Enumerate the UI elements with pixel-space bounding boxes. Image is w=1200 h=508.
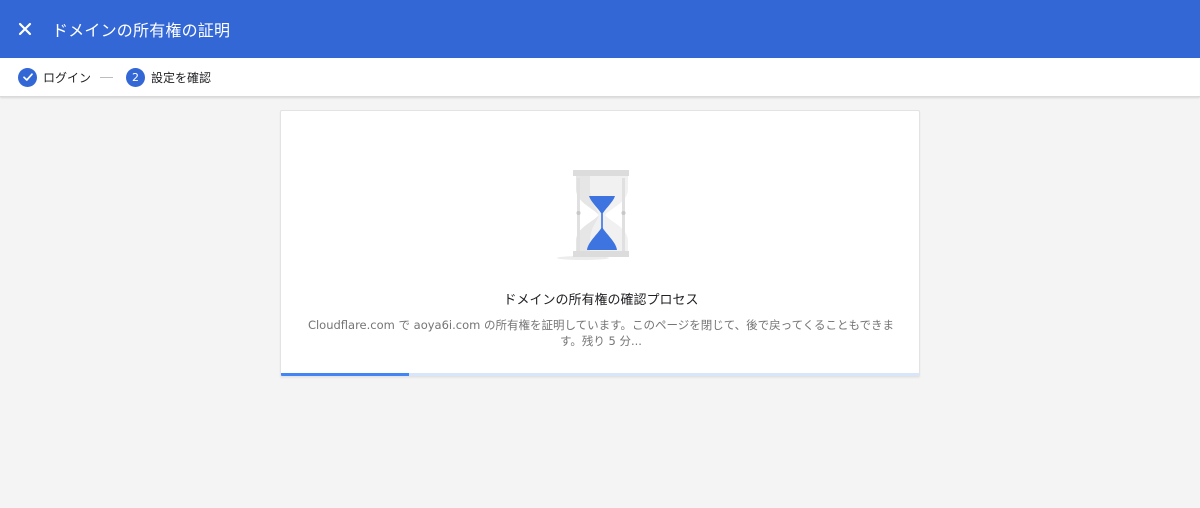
- close-icon: [18, 22, 32, 36]
- card-title: ドメインの所有権の確認プロセス: [503, 293, 699, 308]
- step-label-login: ログイン: [43, 70, 92, 85]
- card-description: Cloudflare.com で aoya6i.com の所有権を証明しています…: [307, 318, 895, 348]
- stepper: ログイン 2 設定を確認: [0, 58, 1200, 97]
- progress-bar-fill: [281, 373, 409, 376]
- step-verify: 2 設定を確認: [126, 67, 212, 87]
- step-divider: [100, 76, 114, 78]
- step-label-verify: 設定を確認: [151, 70, 212, 85]
- step-number-badge: 2: [126, 67, 146, 87]
- page-title: ドメインの所有権の証明: [52, 21, 231, 40]
- step-completed-indicator: [18, 67, 37, 87]
- progress-bar: [281, 373, 919, 376]
- verification-card: ドメインの所有権の確認プロセス Cloudflare.com で aoya6i.…: [280, 110, 920, 377]
- check-icon: [22, 73, 33, 81]
- step-login: ログイン: [18, 67, 92, 87]
- close-button[interactable]: [5, 9, 45, 49]
- app-bar: ドメインの所有権の証明: [0, 0, 1200, 58]
- hourglass-icon: [557, 170, 629, 260]
